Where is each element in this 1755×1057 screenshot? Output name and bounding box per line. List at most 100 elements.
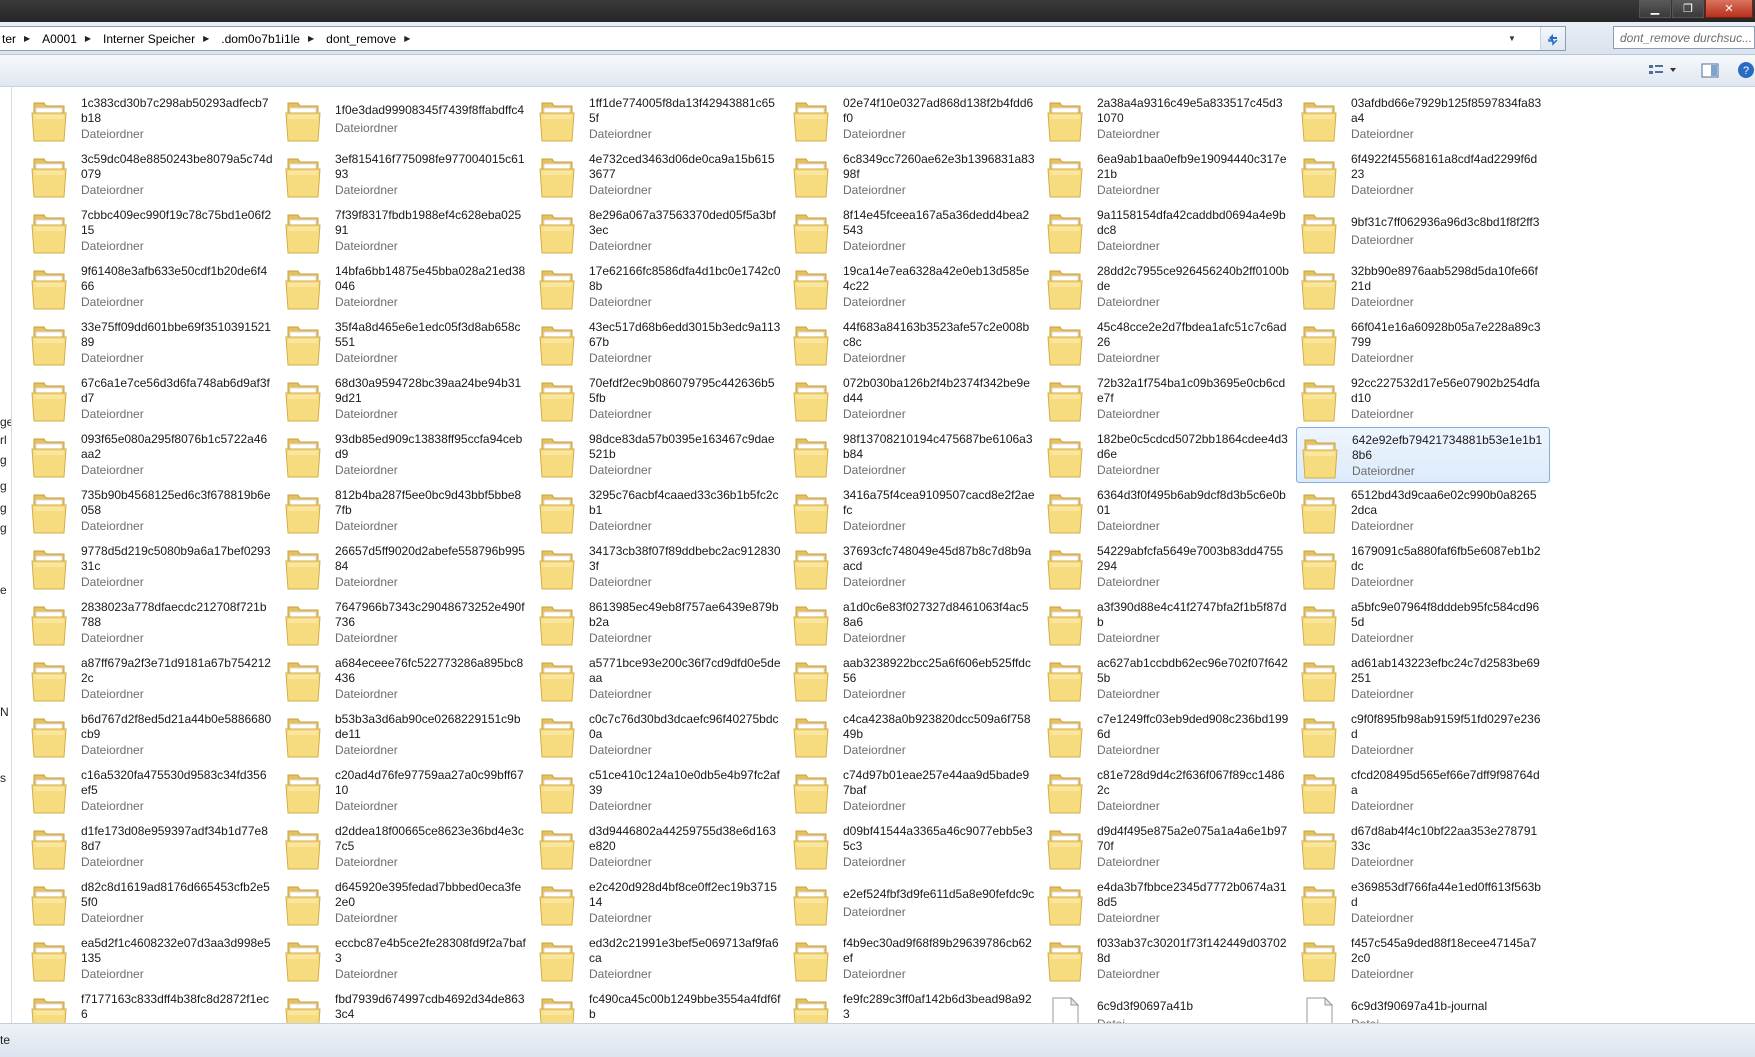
- folder-item[interactable]: 7f39f8317fbdb1988ef4c628eba02591 Dateiord…: [280, 203, 534, 259]
- chevron-right-icon[interactable]: ▶: [404, 34, 410, 43]
- folder-item[interactable]: 66f041e16a60928b05a7e228a89c3799 Dateiord…: [1296, 315, 1550, 371]
- folder-item[interactable]: d2ddea18f00665ce8623e36bd4e3c7c5 Dateiord…: [280, 819, 534, 875]
- folder-item[interactable]: 37693cfc748049e45d87b8c7d8b9aacd Dateiord…: [788, 539, 1042, 595]
- preview-pane-button[interactable]: [1699, 61, 1721, 79]
- folder-item[interactable]: 642e92efb79421734881b53e1e1b18b6 Dateiord…: [1296, 427, 1550, 483]
- refresh-button[interactable]: [1540, 27, 1565, 50]
- folder-item[interactable]: 3416a75f4cea9109507cacd8e2f2aefc Dateiord…: [788, 483, 1042, 539]
- folder-item[interactable]: 182be0c5cdcd5072bb1864cdee4d3d6e Dateiord…: [1042, 427, 1296, 483]
- folder-item[interactable]: 1f0e3dad99908345f7439f8ffabdffc4 Dateiord…: [280, 91, 534, 147]
- folder-item[interactable]: 03afdbd66e7929b125f8597834fa83a4 Dateiord…: [1296, 91, 1550, 147]
- navigation-pane[interactable]: ge rl g g g g e N s: [0, 87, 12, 1023]
- chevron-right-icon[interactable]: ▶: [308, 34, 314, 43]
- folder-item[interactable]: 98dce83da57b0395e163467c9dae521b Dateiord…: [534, 427, 788, 483]
- nav-item-fragment[interactable]: e: [0, 583, 7, 597]
- folder-item[interactable]: 32bb90e8976aab5298d5da10fe66f21d Dateiord…: [1296, 259, 1550, 315]
- breadcrumb-item[interactable]: dont_remove ▶: [324, 32, 420, 46]
- folder-item[interactable]: a1d0c6e83f027327d8461063f4ac58a6 Dateiord…: [788, 595, 1042, 651]
- file-list-view[interactable]: ge rl g g g g e N s 1c383cd30b7c298ab502…: [0, 87, 1755, 1023]
- folder-item[interactable]: c16a5320fa475530d9583c34fd356ef5 Dateiord…: [26, 763, 280, 819]
- folder-item[interactable]: e369853df766fa44e1ed0ff613f563bd Dateiord…: [1296, 875, 1550, 931]
- folder-item[interactable]: 26657d5ff9020d2abefe558796b99584 Dateiord…: [280, 539, 534, 595]
- address-bar[interactable]: ter ▶ A0001 ▶ Interner Speicher ▶ .dom0o7b1…: [0, 26, 1566, 51]
- view-options-button[interactable]: [1646, 61, 1680, 79]
- folder-item[interactable]: 1ff1de774005f8da13f42943881c655f Dateiord…: [534, 91, 788, 147]
- folder-item[interactable]: 45c48cce2e2d7fbdea1afc51c7c6ad26 Dateiord…: [1042, 315, 1296, 371]
- folder-item[interactable]: c0c7c76d30bd3dcaefc96f40275bdc0a Dateiord…: [534, 707, 788, 763]
- folder-item[interactable]: 9a1158154dfa42caddbd0694a4e9bdc8 Dateiord…: [1042, 203, 1296, 259]
- chevron-right-icon[interactable]: ▶: [203, 34, 209, 43]
- folder-item[interactable]: 68d30a9594728bc39aa24be94b319d21 Dateiord…: [280, 371, 534, 427]
- folder-item[interactable]: 7cbbc409ec990f19c78c75bd1e06f215 Dateiord…: [26, 203, 280, 259]
- folder-item[interactable]: ac627ab1ccbdb62ec96e702f07f6425b Dateiord…: [1042, 651, 1296, 707]
- chevron-right-icon[interactable]: ▶: [24, 34, 30, 43]
- folder-item[interactable]: 735b90b4568125ed6c3f678819b6e058 Dateiord…: [26, 483, 280, 539]
- nav-item-fragment[interactable]: s: [0, 771, 6, 785]
- nav-item-fragment[interactable]: g: [0, 453, 7, 467]
- folder-item[interactable]: 2838023a778dfaecdc212708f721b788 Dateiord…: [26, 595, 280, 651]
- folder-item[interactable]: c7e1249ffc03eb9ded908c236bd1996d Dateiord…: [1042, 707, 1296, 763]
- folder-item[interactable]: a5bfc9e07964f8dddeb95fc584cd965d Dateiord…: [1296, 595, 1550, 651]
- folder-item[interactable]: 14bfa6bb14875e45bba028a21ed38046 Dateiord…: [280, 259, 534, 315]
- folder-item[interactable]: fbd7939d674997cdb4692d34de8633c4Dateiord…: [280, 987, 534, 1023]
- folder-item[interactable]: ed3d2c21991e3bef5e069713af9fa6ca Dateiord…: [534, 931, 788, 987]
- help-button[interactable]: ?: [1737, 61, 1755, 79]
- folder-item[interactable]: c51ce410c124a10e0db5e4b97fc2af39 Dateiord…: [534, 763, 788, 819]
- folder-item[interactable]: e2c420d928d4bf8ce0ff2ec19b371514 Dateiord…: [534, 875, 788, 931]
- folder-item[interactable]: a684eceee76fc522773286a895bc8436 Dateiord…: [280, 651, 534, 707]
- folder-item[interactable]: 8e296a067a37563370ded05f5a3bf3ec Dateiord…: [534, 203, 788, 259]
- folder-item[interactable]: 6ea9ab1baa0efb9e19094440c317e21b Dateiord…: [1042, 147, 1296, 203]
- breadcrumb-item[interactable]: .dom0o7b1i1le ▶: [219, 32, 324, 46]
- nav-item-fragment[interactable]: g: [0, 501, 7, 515]
- folder-item[interactable]: 92cc227532d17e56e07902b254dfad10 Dateiord…: [1296, 371, 1550, 427]
- folder-item[interactable]: 8f14e45fceea167a5a36dedd4bea2543 Dateiord…: [788, 203, 1042, 259]
- folder-item[interactable]: 93db85ed909c13838ff95ccfa94cebd9 Dateiord…: [280, 427, 534, 483]
- folder-item[interactable]: a87ff679a2f3e71d9181a67b7542122c Dateiord…: [26, 651, 280, 707]
- nav-item-fragment[interactable]: g: [0, 521, 7, 535]
- folder-item[interactable]: 54229abfcfa5649e7003b83dd4755294 Dateiord…: [1042, 539, 1296, 595]
- folder-item[interactable]: ea5d2f1c4608232e07d3aa3d998e5135 Dateiord…: [26, 931, 280, 987]
- address-history-dropdown-icon[interactable]: ▼: [1503, 27, 1521, 50]
- folder-item[interactable]: c4ca4238a0b923820dcc509a6f75849b Dateiord…: [788, 707, 1042, 763]
- folder-item[interactable]: 19ca14e7ea6328a42e0eb13d585e4c22 Dateiord…: [788, 259, 1042, 315]
- folder-item[interactable]: d1fe173d08e959397adf34b1d77e88d7 Dateiord…: [26, 819, 280, 875]
- folder-item[interactable]: 1679091c5a880faf6fb5e6087eb1b2dc Dateiord…: [1296, 539, 1550, 595]
- folder-item[interactable]: 7647966b7343c29048673252e490f736 Dateiord…: [280, 595, 534, 651]
- folder-item[interactable]: d3d9446802a44259755d38e6d163e820 Dateiord…: [534, 819, 788, 875]
- folder-item[interactable]: 9778d5d219c5080b9a6a17bef029331c Dateiord…: [26, 539, 280, 595]
- folder-item[interactable]: 9bf31c7ff062936a96d3c8bd1f8f2ff3 Dateiord…: [1296, 203, 1550, 259]
- folder-item[interactable]: 43ec517d68b6edd3015b3edc9a11367b Dateiord…: [534, 315, 788, 371]
- breadcrumb-item[interactable]: ter ▶: [0, 32, 40, 46]
- folder-item[interactable]: d67d8ab4f4c10bf22aa353e27879133c Dateiord…: [1296, 819, 1550, 875]
- folder-item[interactable]: cfcd208495d565ef66e7dff9f98764da Dateiord…: [1296, 763, 1550, 819]
- folder-item[interactable]: c20ad4d76fe97759aa27a0c99bff6710 Dateiord…: [280, 763, 534, 819]
- minimize-button[interactable]: ▁: [1639, 0, 1671, 18]
- folder-item[interactable]: c74d97b01eae257e44aa9d5bade97baf Dateiord…: [788, 763, 1042, 819]
- folder-item[interactable]: e4da3b7fbbce2345d7772b0674a318d5 Dateiord…: [1042, 875, 1296, 931]
- chevron-right-icon[interactable]: ▶: [85, 34, 91, 43]
- folder-item[interactable]: d09bf41544a3365a46c9077ebb5e35c3 Dateiord…: [788, 819, 1042, 875]
- folder-item[interactable]: f7177163c833dff4b38fc8d2872f1ec6Dateiord…: [26, 987, 280, 1023]
- folder-item[interactable]: 17e62166fc8586dfa4d1bc0e1742c08b Dateiord…: [534, 259, 788, 315]
- file-item[interactable]: 6c9d3f90697a41bDatei: [1042, 987, 1296, 1023]
- nav-item-fragment[interactable]: ge: [0, 415, 11, 429]
- file-item[interactable]: 6c9d3f90697a41b-journalDatei: [1296, 987, 1550, 1023]
- folder-item[interactable]: eccbc87e4b5ce2fe28308fd9f2a7baf3 Dateiord…: [280, 931, 534, 987]
- folder-item[interactable]: 072b030ba126b2f4b2374f342be9ed44 Dateiord…: [788, 371, 1042, 427]
- nav-item-fragment[interactable]: rl: [0, 433, 7, 447]
- search-input[interactable]: dont_remove durchsuc...: [1613, 26, 1755, 49]
- folder-item[interactable]: fc490ca45c00b1249bbe3554a4fdf6fbDateiord…: [534, 987, 788, 1023]
- folder-item[interactable]: 3295c76acbf4caaed33c36b1b5fc2cb1 Dateiord…: [534, 483, 788, 539]
- folder-item[interactable]: 6364d3f0f495b6ab9dcf8d3b5c6e0b01 Dateiord…: [1042, 483, 1296, 539]
- folder-item[interactable]: 98f13708210194c475687be6106a3b84 Dateiord…: [788, 427, 1042, 483]
- folder-item[interactable]: 2a38a4a9316c49e5a833517c45d31070 Dateiord…: [1042, 91, 1296, 147]
- folder-item[interactable]: 6512bd43d9caa6e02c990b0a82652dca Dateiord…: [1296, 483, 1550, 539]
- folder-item[interactable]: 44f683a84163b3523afe57c2e008bc8c Dateiord…: [788, 315, 1042, 371]
- folder-item[interactable]: e2ef524fbf3d9fe611d5a8e90fefdc9c Dateiord…: [788, 875, 1042, 931]
- folder-item[interactable]: f457c545a9ded88f18ecee47145a72c0 Dateiord…: [1296, 931, 1550, 987]
- folder-item[interactable]: 34173cb38f07f89ddbebc2ac9128303f Dateiord…: [534, 539, 788, 595]
- breadcrumb-item[interactable]: A0001 ▶: [40, 32, 101, 46]
- folder-item[interactable]: a5771bce93e200c36f7cd9dfd0e5deaa Dateiord…: [534, 651, 788, 707]
- folder-item[interactable]: 35f4a8d465e6e1edc05f3d8ab658c551 Dateiord…: [280, 315, 534, 371]
- folder-item[interactable]: 02e74f10e0327ad868d138f2b4fdd6f0 Dateiord…: [788, 91, 1042, 147]
